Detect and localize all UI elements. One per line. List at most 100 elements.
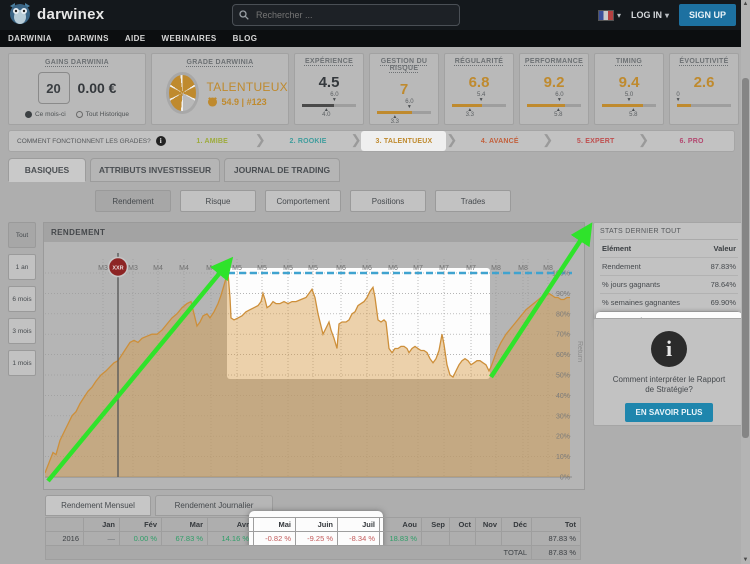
y-tick-label: 90%	[556, 291, 570, 298]
subtab-trades[interactable]: Trades	[435, 190, 511, 212]
x-tick-label: M7	[466, 265, 476, 272]
table-header-cell: Fév	[120, 518, 162, 532]
chart-plot-area: XXRM3M3M4M4M4M5M5M5M5M6M6M6M7M7M7M8M8M80…	[45, 245, 583, 490]
x-tick-label: M5	[283, 265, 293, 272]
time-filter-6-mois[interactable]: 6 mois	[8, 286, 36, 312]
time-filter-1-mois[interactable]: 1 mois	[8, 350, 36, 376]
metric-value: 4.5	[295, 74, 363, 91]
stat-label: % semaines gagnantes	[602, 298, 680, 307]
chevron-right-icon: ❯	[351, 135, 362, 145]
search-input[interactable]	[254, 9, 428, 21]
month-value-cell	[476, 532, 502, 546]
stat-label: Rendement	[602, 262, 641, 271]
time-filter-1-an[interactable]: 1 an	[8, 254, 36, 280]
help-box: i Comment interpréter le Rapport de Stra…	[593, 318, 745, 426]
grade-step-4[interactable]: 4. AVANCÉ	[457, 131, 542, 151]
x-tick-label: M3	[128, 265, 138, 272]
subtab-risque[interactable]: Risque	[180, 190, 256, 212]
scrollbar[interactable]: ▲ ▼	[741, 0, 750, 564]
x-tick-label: M8	[518, 265, 528, 272]
radio-all-history[interactable]: Tout Historique	[76, 111, 129, 118]
stat-value: 78.64%	[711, 280, 736, 289]
metric-box-6: ÉVOLUTIVITÉ2.60▼	[669, 53, 739, 125]
subtab-comportement[interactable]: Comportement	[265, 190, 341, 212]
y-tick-label: 60%	[556, 352, 570, 359]
stat-value: 69.90%	[711, 298, 736, 307]
month-value-cell: 0.00 %	[120, 532, 162, 546]
signup-button[interactable]: SIGN UP	[679, 4, 736, 26]
gauge-top-marker-icon: ▼	[627, 98, 632, 102]
gauge-bar-fill	[602, 104, 643, 107]
grade-step-1[interactable]: 1. AMIBE	[170, 131, 255, 151]
language-selector[interactable]: ▾	[598, 10, 621, 21]
monthly-returns-table: JanFévMarAvrMaiJuinJuilAouSepOctNovDécTo…	[45, 517, 581, 560]
grade-darwinia-box: GRADE DARWINIA TALENTUEUX 54.9 | #123	[151, 53, 289, 125]
nav-item-darwins[interactable]: DARWINS	[68, 34, 109, 43]
login-button[interactable]: LOG IN ▾	[631, 10, 669, 20]
y-tick-label: 10%	[556, 454, 570, 461]
chevron-right-icon: ❯	[255, 135, 266, 145]
scroll-up-icon[interactable]: ▲	[741, 1, 750, 7]
month-value-cell: 67.83 %	[162, 532, 208, 546]
stats-row: % jours gagnants 78.64%	[600, 276, 738, 294]
table-header-cell: Oct	[450, 518, 476, 532]
grade-score: 54.9 | #123	[207, 97, 288, 107]
nav-item-webinaires[interactable]: WEBINAIRES	[162, 34, 217, 43]
gauge-bar	[677, 104, 731, 107]
gains-amount: 0.00 €	[78, 80, 117, 96]
stat-label: % jours gagnants	[602, 280, 660, 289]
grade-step-5[interactable]: 5. EXPERT	[553, 131, 638, 151]
x-tick-label: M3	[98, 265, 108, 272]
month-value-cell	[422, 532, 450, 546]
time-filter-Tout[interactable]: Tout	[8, 222, 36, 248]
tab-basiques[interactable]: BASIQUES	[8, 158, 86, 182]
learn-more-button[interactable]: EN SAVOIR PLUS	[625, 403, 714, 422]
metric-value: 2.6	[670, 74, 738, 91]
scroll-down-icon[interactable]: ▼	[741, 557, 750, 563]
x-tick-label: M5	[308, 265, 318, 272]
table-header-cell: Juin	[296, 518, 338, 532]
y-tick-label: 50%	[556, 373, 570, 380]
metric-value: 9.4	[595, 74, 663, 91]
x-tick-label: M8	[491, 265, 501, 272]
metric-box-2: GESTION DU RISQUE76.0▼▲3.3	[369, 53, 439, 125]
info-icon[interactable]: i	[156, 136, 166, 146]
owl-badge-icon	[207, 97, 218, 107]
y-tick-label: 80%	[556, 311, 570, 318]
y-tick-label: 20%	[556, 434, 570, 441]
nav-item-blog[interactable]: BLOG	[233, 34, 258, 43]
time-filter-3-mois[interactable]: 3 mois	[8, 318, 36, 344]
scrollbar-thumb[interactable]	[742, 78, 749, 438]
gauge-top-marker-icon: ▼	[676, 98, 681, 102]
month-value-cell: —	[84, 532, 120, 546]
nav-item-aide[interactable]: AIDE	[125, 34, 146, 43]
subtab-rendement[interactable]: Rendement	[95, 190, 171, 212]
brand-logo[interactable]: darwinex	[8, 3, 104, 25]
tab-attributs-investisseur[interactable]: ATTRIBUTS INVESTISSEUR	[90, 158, 220, 182]
grade-title: GRADE DARWINIA	[152, 59, 288, 66]
nav-item-darwinia[interactable]: DARWINIA	[8, 34, 52, 43]
radio-selected-icon	[25, 111, 32, 118]
chevron-down-icon: ▾	[665, 11, 669, 20]
gauge-bottom-value: 5.8	[629, 112, 637, 118]
grade-step-3[interactable]: 3. TALENTUEUX	[361, 131, 446, 151]
tab-journal-de-trading[interactable]: JOURNAL DE TRADING	[224, 158, 340, 182]
grade-step-2[interactable]: 2. ROOKIE	[266, 131, 351, 151]
grade-step-6[interactable]: 6. PRO	[649, 131, 734, 151]
metric-gauge: 0▼	[677, 92, 731, 118]
chevron-right-icon: ❯	[638, 135, 649, 145]
radio-this-month[interactable]: Ce mois-ci	[25, 111, 66, 118]
subtab-positions[interactable]: Positions	[350, 190, 426, 212]
total-label-cell: TOTAL	[46, 546, 532, 560]
chevron-right-icon: ❯	[542, 135, 553, 145]
return-chart-panel: RENDEMENT XXRM3M3M4M4M4M5M5M5M5M6M6M6M7M…	[43, 222, 585, 490]
equity-area-fill	[45, 273, 570, 477]
top-bar: darwinex ▾ LOG IN ▾ SIGN UP	[0, 0, 750, 30]
metric-value: 9.2	[520, 74, 588, 91]
grades-explainer-bar: COMMENT FONCTIONNENT LES GRADES? i 1. AM…	[8, 130, 735, 152]
metric-gauge: 5.4▼▲3.3	[452, 92, 506, 118]
x-tick-label: M6	[336, 265, 346, 272]
table-header-cell: Avr	[208, 518, 254, 532]
bottom-tab-mensuel[interactable]: Rendement Mensuel	[45, 495, 151, 516]
search-box[interactable]	[232, 4, 460, 26]
